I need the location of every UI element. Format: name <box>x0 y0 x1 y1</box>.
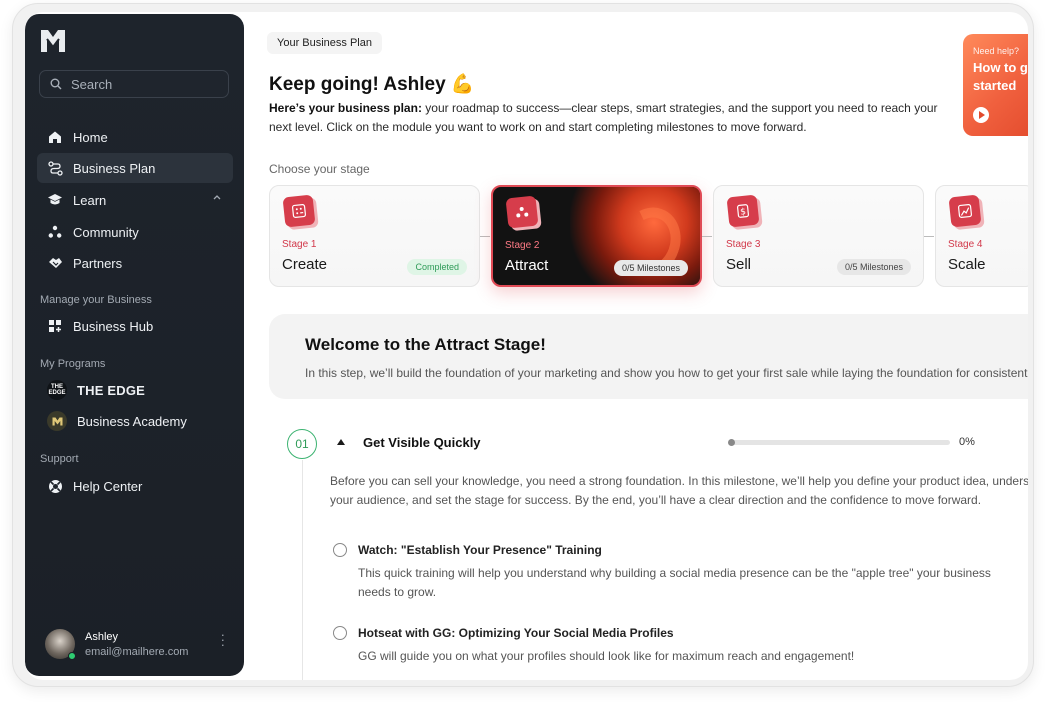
sidebar-item-label: Help Center <box>73 478 143 494</box>
progress-knob <box>728 439 735 446</box>
milestone-description: Before you can sell your knowledge, you … <box>330 472 1028 510</box>
online-status-icon <box>68 652 76 660</box>
section-label-manage: Manage your Business <box>40 294 152 306</box>
main-content: Your Business Plan Keep going! Ashley 💪 … <box>244 12 1028 680</box>
sidebar-item-community[interactable]: Community <box>37 217 233 247</box>
stage-card-sell[interactable]: $ Stage 3 Sell 0/5 Milestones <box>713 185 924 287</box>
play-icon[interactable] <box>973 107 989 123</box>
task-description: This quick training will help you unders… <box>358 566 991 599</box>
sidebar-item-label: Learn <box>73 192 107 208</box>
intro-text: Here’s your business plan: your roadmap … <box>269 99 939 137</box>
stage-name: Attract <box>505 257 549 274</box>
svg-text:$: $ <box>740 207 747 218</box>
sidebar-item-label: THE EDGE <box>77 382 146 398</box>
sidebar-item-label: Business Academy <box>77 413 187 429</box>
welcome-banner: Welcome to the Attract Stage! In this st… <box>269 314 1028 399</box>
welcome-title: Welcome to the Attract Stage! <box>305 335 546 354</box>
grid-plus-icon <box>47 318 63 334</box>
stage-card-attract[interactable]: Stage 2 Attract 0/5 Milestones <box>491 185 702 287</box>
page-title: Keep going! Ashley 💪 <box>269 74 475 95</box>
sidebar-item-label: Business Hub <box>73 318 154 334</box>
community-icon <box>47 224 63 240</box>
stage-connector <box>480 236 490 237</box>
stage-card-scale[interactable]: Stage 4 Scale <box>935 185 1028 287</box>
search-placeholder: Search <box>71 76 113 92</box>
sidebar-item-learn[interactable]: Learn <box>37 185 233 215</box>
help-card-kicker: Need help? <box>973 46 1020 56</box>
attract-stage-icon <box>505 195 539 229</box>
stage-connector <box>924 236 934 237</box>
stage-number: Stage 4 <box>948 239 983 250</box>
sidebar-item-partners[interactable]: Partners <box>37 248 233 278</box>
sidebar: Search Home Business Plan Learn Communit… <box>25 14 244 676</box>
avatar <box>45 629 76 660</box>
more-vertical-icon[interactable]: · · · <box>221 628 225 651</box>
route-icon <box>47 160 63 176</box>
task-description: GG will guide you on what your profiles … <box>358 649 855 663</box>
sidebar-item-label: Business Plan <box>73 160 156 176</box>
sidebar-item-business-hub[interactable]: Business Hub <box>37 311 233 341</box>
caret-up-icon[interactable] <box>337 439 345 445</box>
handshake-icon <box>47 255 63 271</box>
chevron-up-icon[interactable] <box>213 194 221 200</box>
user-profile[interactable]: Ashley email@mailhere.com · · · <box>45 624 225 664</box>
sidebar-item-business-academy[interactable]: Business Academy <box>37 406 233 436</box>
progress-percent: 0% <box>959 436 975 448</box>
academy-logo-icon <box>47 411 67 431</box>
section-label-support: Support <box>40 453 79 465</box>
breadcrumb[interactable]: Your Business Plan <box>267 32 382 54</box>
user-email: email@mailhere.com <box>85 645 189 658</box>
stage-name: Scale <box>948 256 986 273</box>
sidebar-item-help-center[interactable]: Help Center <box>37 471 233 501</box>
milestone-progress-bar <box>728 439 950 446</box>
sidebar-item-label: Home <box>73 129 108 145</box>
section-label-programs: My Programs <box>40 358 106 370</box>
scale-stage-icon <box>948 194 982 228</box>
milestone-timeline <box>302 460 303 680</box>
milestone-count-badge: 0/5 Milestones <box>613 260 688 276</box>
search-input[interactable]: Search <box>39 70 229 98</box>
milestone-number: 01 <box>287 429 317 459</box>
milestone-title[interactable]: Get Visible Quickly <box>363 435 481 450</box>
app-window: Search Home Business Plan Learn Communit… <box>25 12 1028 680</box>
sidebar-item-label: Community <box>73 224 139 240</box>
task-checkbox[interactable] <box>333 626 347 640</box>
create-stage-icon <box>282 194 316 228</box>
milestone-count-badge: 0/5 Milestones <box>836 259 911 275</box>
stage-name: Sell <box>726 256 752 273</box>
dollar-stage-icon: $ <box>726 194 760 228</box>
brand-logo-icon[interactable] <box>39 28 67 54</box>
sidebar-item-home[interactable]: Home <box>37 122 233 152</box>
stage-number: Stage 2 <box>505 240 540 251</box>
help-video-card[interactable]: Need help? How to get started <box>963 34 1028 136</box>
device-frame: Search Home Business Plan Learn Communit… <box>12 3 1034 687</box>
help-card-title: How to get started <box>973 60 1028 93</box>
stage-name: Create <box>282 256 328 273</box>
choose-stage-label: Choose your stage <box>269 162 370 176</box>
sidebar-item-label: Partners <box>73 255 123 271</box>
home-icon <box>47 129 63 145</box>
stage-card-create[interactable]: Stage 1 Create Completed <box>269 185 480 287</box>
stage-connector <box>702 236 712 237</box>
task-title[interactable]: Watch: "Establish Your Presence" Trainin… <box>358 543 602 557</box>
search-icon <box>50 78 62 90</box>
the-edge-logo-icon: THE EDGE <box>47 380 67 400</box>
status-badge: Completed <box>407 259 467 275</box>
stage-number: Stage 3 <box>726 239 761 250</box>
welcome-text: In this step, we’ll build the foundation… <box>305 366 1028 380</box>
task-title[interactable]: Hotseat with GG: Optimizing Your Social … <box>358 626 674 640</box>
intro-bold: Here’s your business plan: <box>269 101 422 115</box>
task-checkbox[interactable] <box>333 543 347 557</box>
sidebar-item-the-edge[interactable]: THE EDGE THE EDGE <box>37 375 233 405</box>
stage-number: Stage 1 <box>282 239 317 250</box>
lifebuoy-icon <box>47 478 63 494</box>
user-name: Ashley <box>85 630 119 643</box>
milestone-description-line: Before you can sell your knowledge, you … <box>330 474 1028 488</box>
sidebar-item-business-plan[interactable]: Business Plan <box>37 153 233 183</box>
graduation-cap-icon <box>47 192 63 208</box>
milestone-description-line: your audience, and set the stage for suc… <box>330 493 982 507</box>
